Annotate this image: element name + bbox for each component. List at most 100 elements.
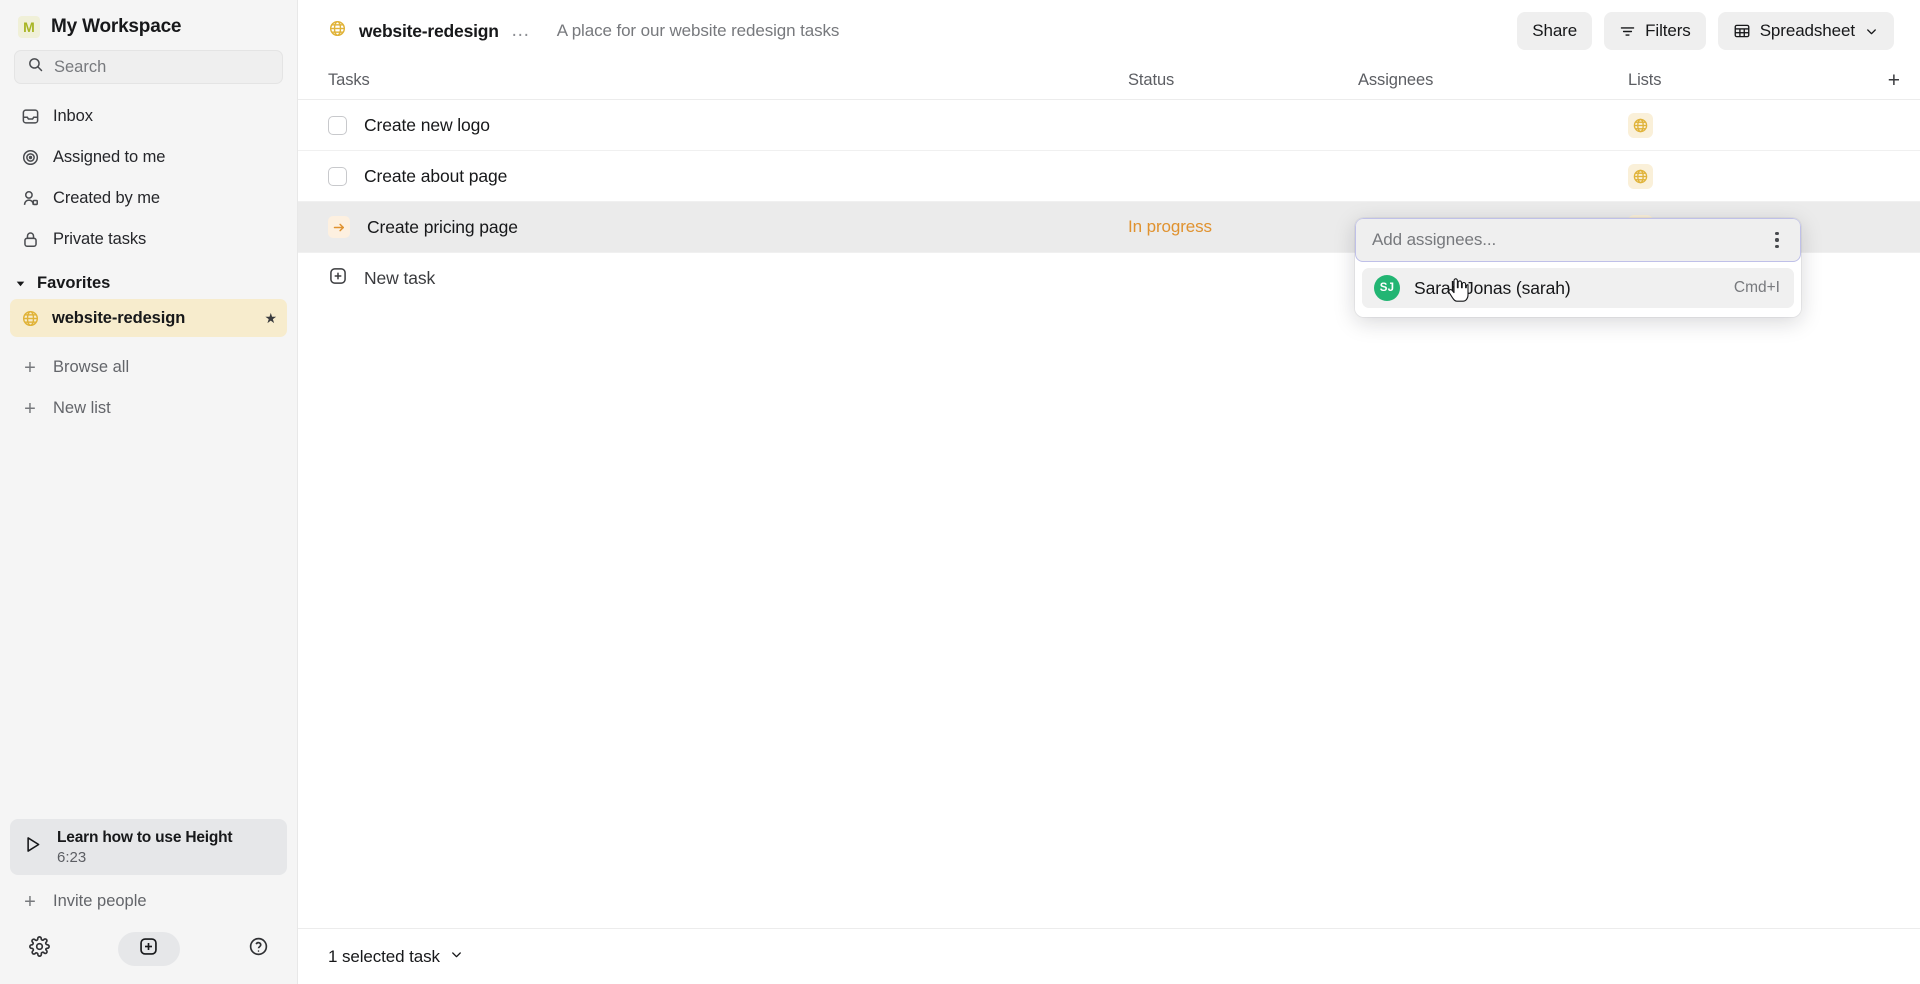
list-title[interactable]: website-redesign <box>359 21 499 42</box>
play-icon <box>22 834 43 860</box>
task-cell: Create about page <box>328 166 1128 187</box>
column-header-status[interactable]: Status <box>1128 71 1358 90</box>
table-header-row: Tasks Status Assignees Lists + <box>298 62 1920 100</box>
plus-icon: + <box>24 397 36 420</box>
filters-button[interactable]: Filters <box>1604 12 1706 50</box>
sidebar-item-assigned-to-me[interactable]: Assigned to me <box>10 137 287 178</box>
learn-card-duration: 6:23 <box>57 848 87 866</box>
breadcrumb: website-redesign … A place for our websi… <box>328 19 839 43</box>
favorites-label: Favorites <box>37 274 111 292</box>
table-row[interactable]: Create new logo <box>298 100 1920 151</box>
view-switcher-label: Spreadsheet <box>1759 21 1855 40</box>
column-header-lists[interactable]: Lists <box>1628 71 1662 90</box>
workspace-title: My Workspace <box>51 16 182 37</box>
task-checkbox[interactable] <box>328 115 347 135</box>
question-circle-icon <box>248 936 269 962</box>
sidebar-item-inbox[interactable]: Inbox <box>10 96 287 137</box>
chevron-down-icon <box>1864 24 1879 39</box>
sidebar-item-website-redesign[interactable]: website-redesign ★ <box>10 299 287 337</box>
assignees-option-list: SJ Sarah Jonas (sarah) Cmd+I <box>1355 262 1801 317</box>
main-content: website-redesign … A place for our websi… <box>298 0 1920 984</box>
topbar: website-redesign … A place for our websi… <box>298 0 1920 62</box>
column-header-assignees[interactable]: Assignees <box>1358 71 1628 90</box>
share-button[interactable]: Share <box>1517 12 1593 50</box>
new-list-label: New list <box>53 399 111 417</box>
new-list-button[interactable]: + New list <box>10 388 287 429</box>
workspace-logo: M <box>18 16 40 38</box>
lists-cell[interactable] <box>1628 163 1920 189</box>
globe-icon <box>20 308 40 328</box>
avatar: SJ <box>1374 275 1400 301</box>
chevron-down-icon <box>14 277 27 290</box>
browse-all-label: Browse all <box>53 358 130 376</box>
sidebar: M My Workspace Search Inbox Assigned to … <box>0 0 298 984</box>
browse-all-button[interactable]: + Browse all <box>10 347 287 388</box>
plus-icon: + <box>24 356 36 379</box>
in-progress-icon[interactable] <box>328 216 350 238</box>
sidebar-item-label: Private tasks <box>53 230 147 248</box>
lock-icon <box>20 230 40 250</box>
assignee-shortcut: Cmd+I <box>1733 279 1780 296</box>
new-task-label: New task <box>364 268 436 288</box>
table-row[interactable]: Create about page <box>298 151 1920 202</box>
search-placeholder: Search <box>54 57 107 76</box>
learn-card-title: Learn how to use Height <box>57 828 233 846</box>
inbox-icon <box>20 107 40 127</box>
favorites-section-header[interactable]: Favorites <box>0 260 297 299</box>
sidebar-nav: Inbox Assigned to me Created by me Priva… <box>0 94 297 260</box>
list-description: A place for our website redesign tasks <box>556 21 840 40</box>
assignees-popover: Add assignees... SJ Sarah Jonas (sarah) … <box>1355 218 1801 317</box>
kebab-icon[interactable] <box>1764 227 1790 253</box>
help-button[interactable] <box>245 936 271 962</box>
column-header-lists-group: Lists + <box>1628 70 1920 91</box>
workspace-header[interactable]: M My Workspace <box>0 0 297 48</box>
sidebar-item-private-tasks[interactable]: Private tasks <box>10 219 287 260</box>
add-column-button[interactable]: + <box>1888 70 1900 91</box>
status-cell[interactable]: In progress <box>1128 217 1358 237</box>
search-icon <box>27 56 44 78</box>
globe-icon <box>1628 163 1653 189</box>
search-input[interactable]: Search <box>14 50 283 84</box>
assignees-search-input[interactable]: Add assignees... <box>1355 218 1801 262</box>
gear-icon <box>28 936 50 962</box>
chevron-down-icon <box>449 947 464 967</box>
task-name: Create pricing page <box>367 216 518 237</box>
task-cell: Create pricing page <box>328 216 1128 238</box>
sidebar-item-created-by-me[interactable]: Created by me <box>10 178 287 219</box>
task-cell: Create new logo <box>328 115 1128 136</box>
target-icon <box>20 148 40 168</box>
sidebar-item-label: website-redesign <box>52 308 186 327</box>
selection-count: 1 selected task <box>328 946 440 966</box>
task-name: Create new logo <box>364 114 490 135</box>
invite-people-button[interactable]: + Invite people <box>10 881 287 922</box>
assignee-name: Sarah Jonas (sarah) <box>1414 277 1571 298</box>
user-icon <box>20 189 40 209</box>
main-spacer <box>298 304 1920 928</box>
column-header-tasks[interactable]: Tasks <box>328 71 1128 90</box>
status-text: In progress <box>1128 217 1212 236</box>
plus-square-icon <box>328 266 348 291</box>
new-item-button[interactable] <box>117 932 180 966</box>
list-item[interactable]: SJ Sarah Jonas (sarah) Cmd+I <box>1362 268 1794 308</box>
invite-people-label: Invite people <box>53 892 147 910</box>
status-bar: 1 selected task <box>298 928 1920 984</box>
plus-square-icon <box>138 936 159 962</box>
view-switcher-button[interactable]: Spreadsheet <box>1717 12 1894 50</box>
filters-button-label: Filters <box>1645 21 1691 40</box>
globe-icon <box>1628 112 1653 138</box>
sidebar-footer <box>0 922 297 984</box>
settings-button[interactable] <box>26 936 52 962</box>
star-icon[interactable]: ★ <box>264 310 277 327</box>
sidebar-item-label: Created by me <box>53 189 160 207</box>
globe-icon <box>328 19 347 43</box>
assignees-input-placeholder: Add assignees... <box>1372 230 1497 249</box>
sidebar-item-label: Assigned to me <box>53 148 166 166</box>
selection-menu[interactable]: 1 selected task <box>328 947 464 967</box>
learn-video-card[interactable]: Learn how to use Height 6:23 <box>10 819 287 875</box>
lists-cell[interactable] <box>1628 112 1920 138</box>
plus-icon: + <box>24 890 36 913</box>
more-options-icon[interactable]: … <box>511 20 531 42</box>
task-name: Create about page <box>364 165 508 186</box>
task-checkbox[interactable] <box>328 166 347 186</box>
